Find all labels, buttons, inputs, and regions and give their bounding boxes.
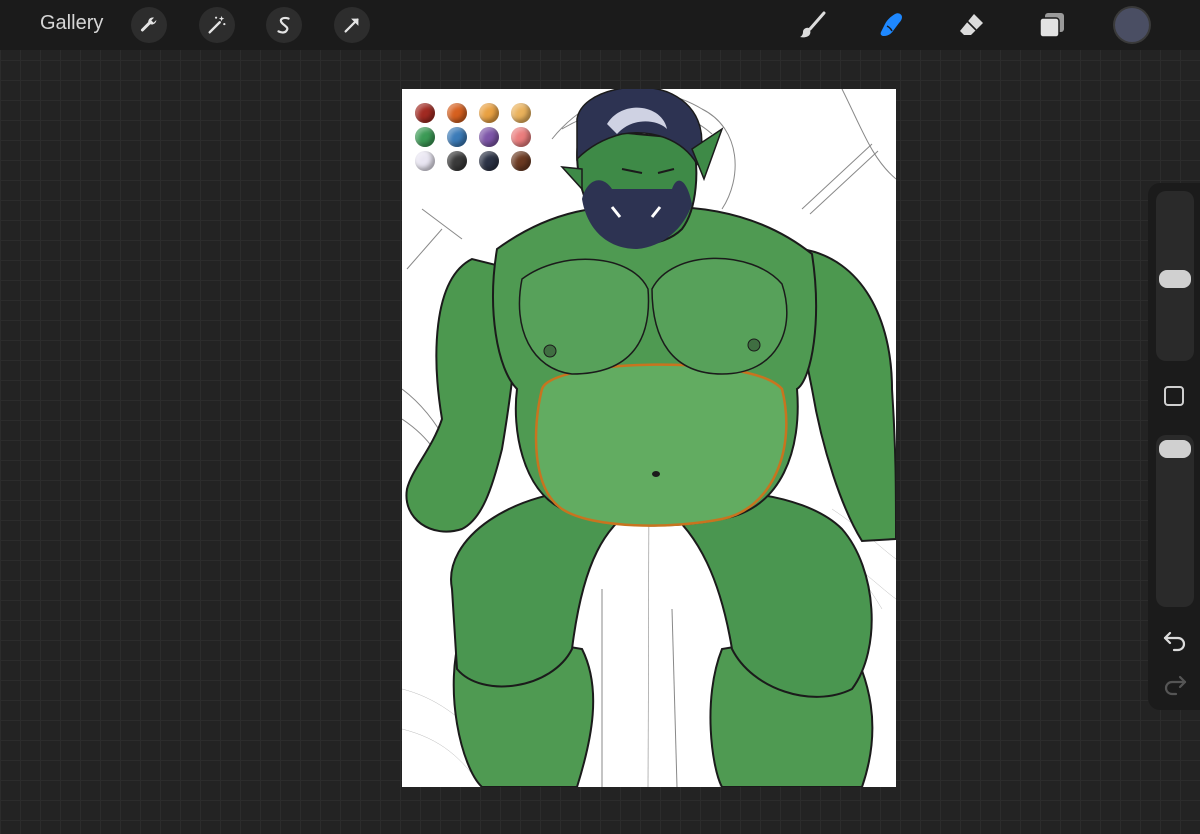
layers-button[interactable] xyxy=(1035,8,1069,42)
undo-icon xyxy=(1163,631,1186,652)
drawing-canvas[interactable] xyxy=(402,89,896,787)
opacity-thumb[interactable] xyxy=(1159,440,1191,458)
palette-row xyxy=(412,103,536,123)
palette-swatch xyxy=(444,103,470,123)
adjustments-button[interactable] xyxy=(199,7,235,43)
eraser-icon xyxy=(960,14,983,35)
brush-size-thumb[interactable] xyxy=(1159,270,1191,288)
redo-button[interactable] xyxy=(1162,672,1188,696)
palette-swatch xyxy=(412,103,438,123)
brush-icon xyxy=(800,11,826,38)
palette-swatch xyxy=(508,103,534,123)
transform-arrow-icon xyxy=(344,18,359,33)
palette-swatch xyxy=(476,103,502,123)
smudge-icon xyxy=(880,13,902,36)
selection-icon xyxy=(277,16,290,34)
palette-swatch xyxy=(444,151,470,171)
transform-button[interactable] xyxy=(334,7,370,43)
palette-row xyxy=(412,127,536,147)
color-palette-reference xyxy=(412,103,536,175)
undo-button[interactable] xyxy=(1162,628,1188,652)
palette-row xyxy=(412,151,536,171)
brush-tool-button[interactable] xyxy=(796,8,830,42)
layers-icon xyxy=(1039,13,1064,38)
palette-swatch xyxy=(508,151,534,171)
magic-wand-icon xyxy=(208,15,226,34)
eraser-tool-button[interactable] xyxy=(955,8,989,42)
redo-icon xyxy=(1164,675,1187,696)
brush-size-slider[interactable] xyxy=(1156,191,1194,361)
color-picker-button[interactable] xyxy=(1115,8,1149,42)
palette-swatch xyxy=(476,151,502,171)
palette-swatch xyxy=(508,127,534,147)
palette-swatch xyxy=(412,127,438,147)
opacity-slider[interactable] xyxy=(1156,435,1194,607)
palette-swatch xyxy=(444,127,470,147)
top-toolbar: Gallery xyxy=(0,0,1200,50)
actions-button[interactable] xyxy=(131,7,167,43)
orc-artwork xyxy=(402,89,896,787)
modify-square-icon[interactable] xyxy=(1164,386,1184,406)
selection-button[interactable] xyxy=(266,7,302,43)
palette-swatch xyxy=(476,127,502,147)
palette-swatch xyxy=(412,151,438,171)
gallery-button[interactable]: Gallery xyxy=(40,12,103,35)
wrench-icon xyxy=(140,17,157,32)
smudge-tool-button[interactable] xyxy=(875,8,909,42)
right-sidebar xyxy=(1148,183,1200,710)
